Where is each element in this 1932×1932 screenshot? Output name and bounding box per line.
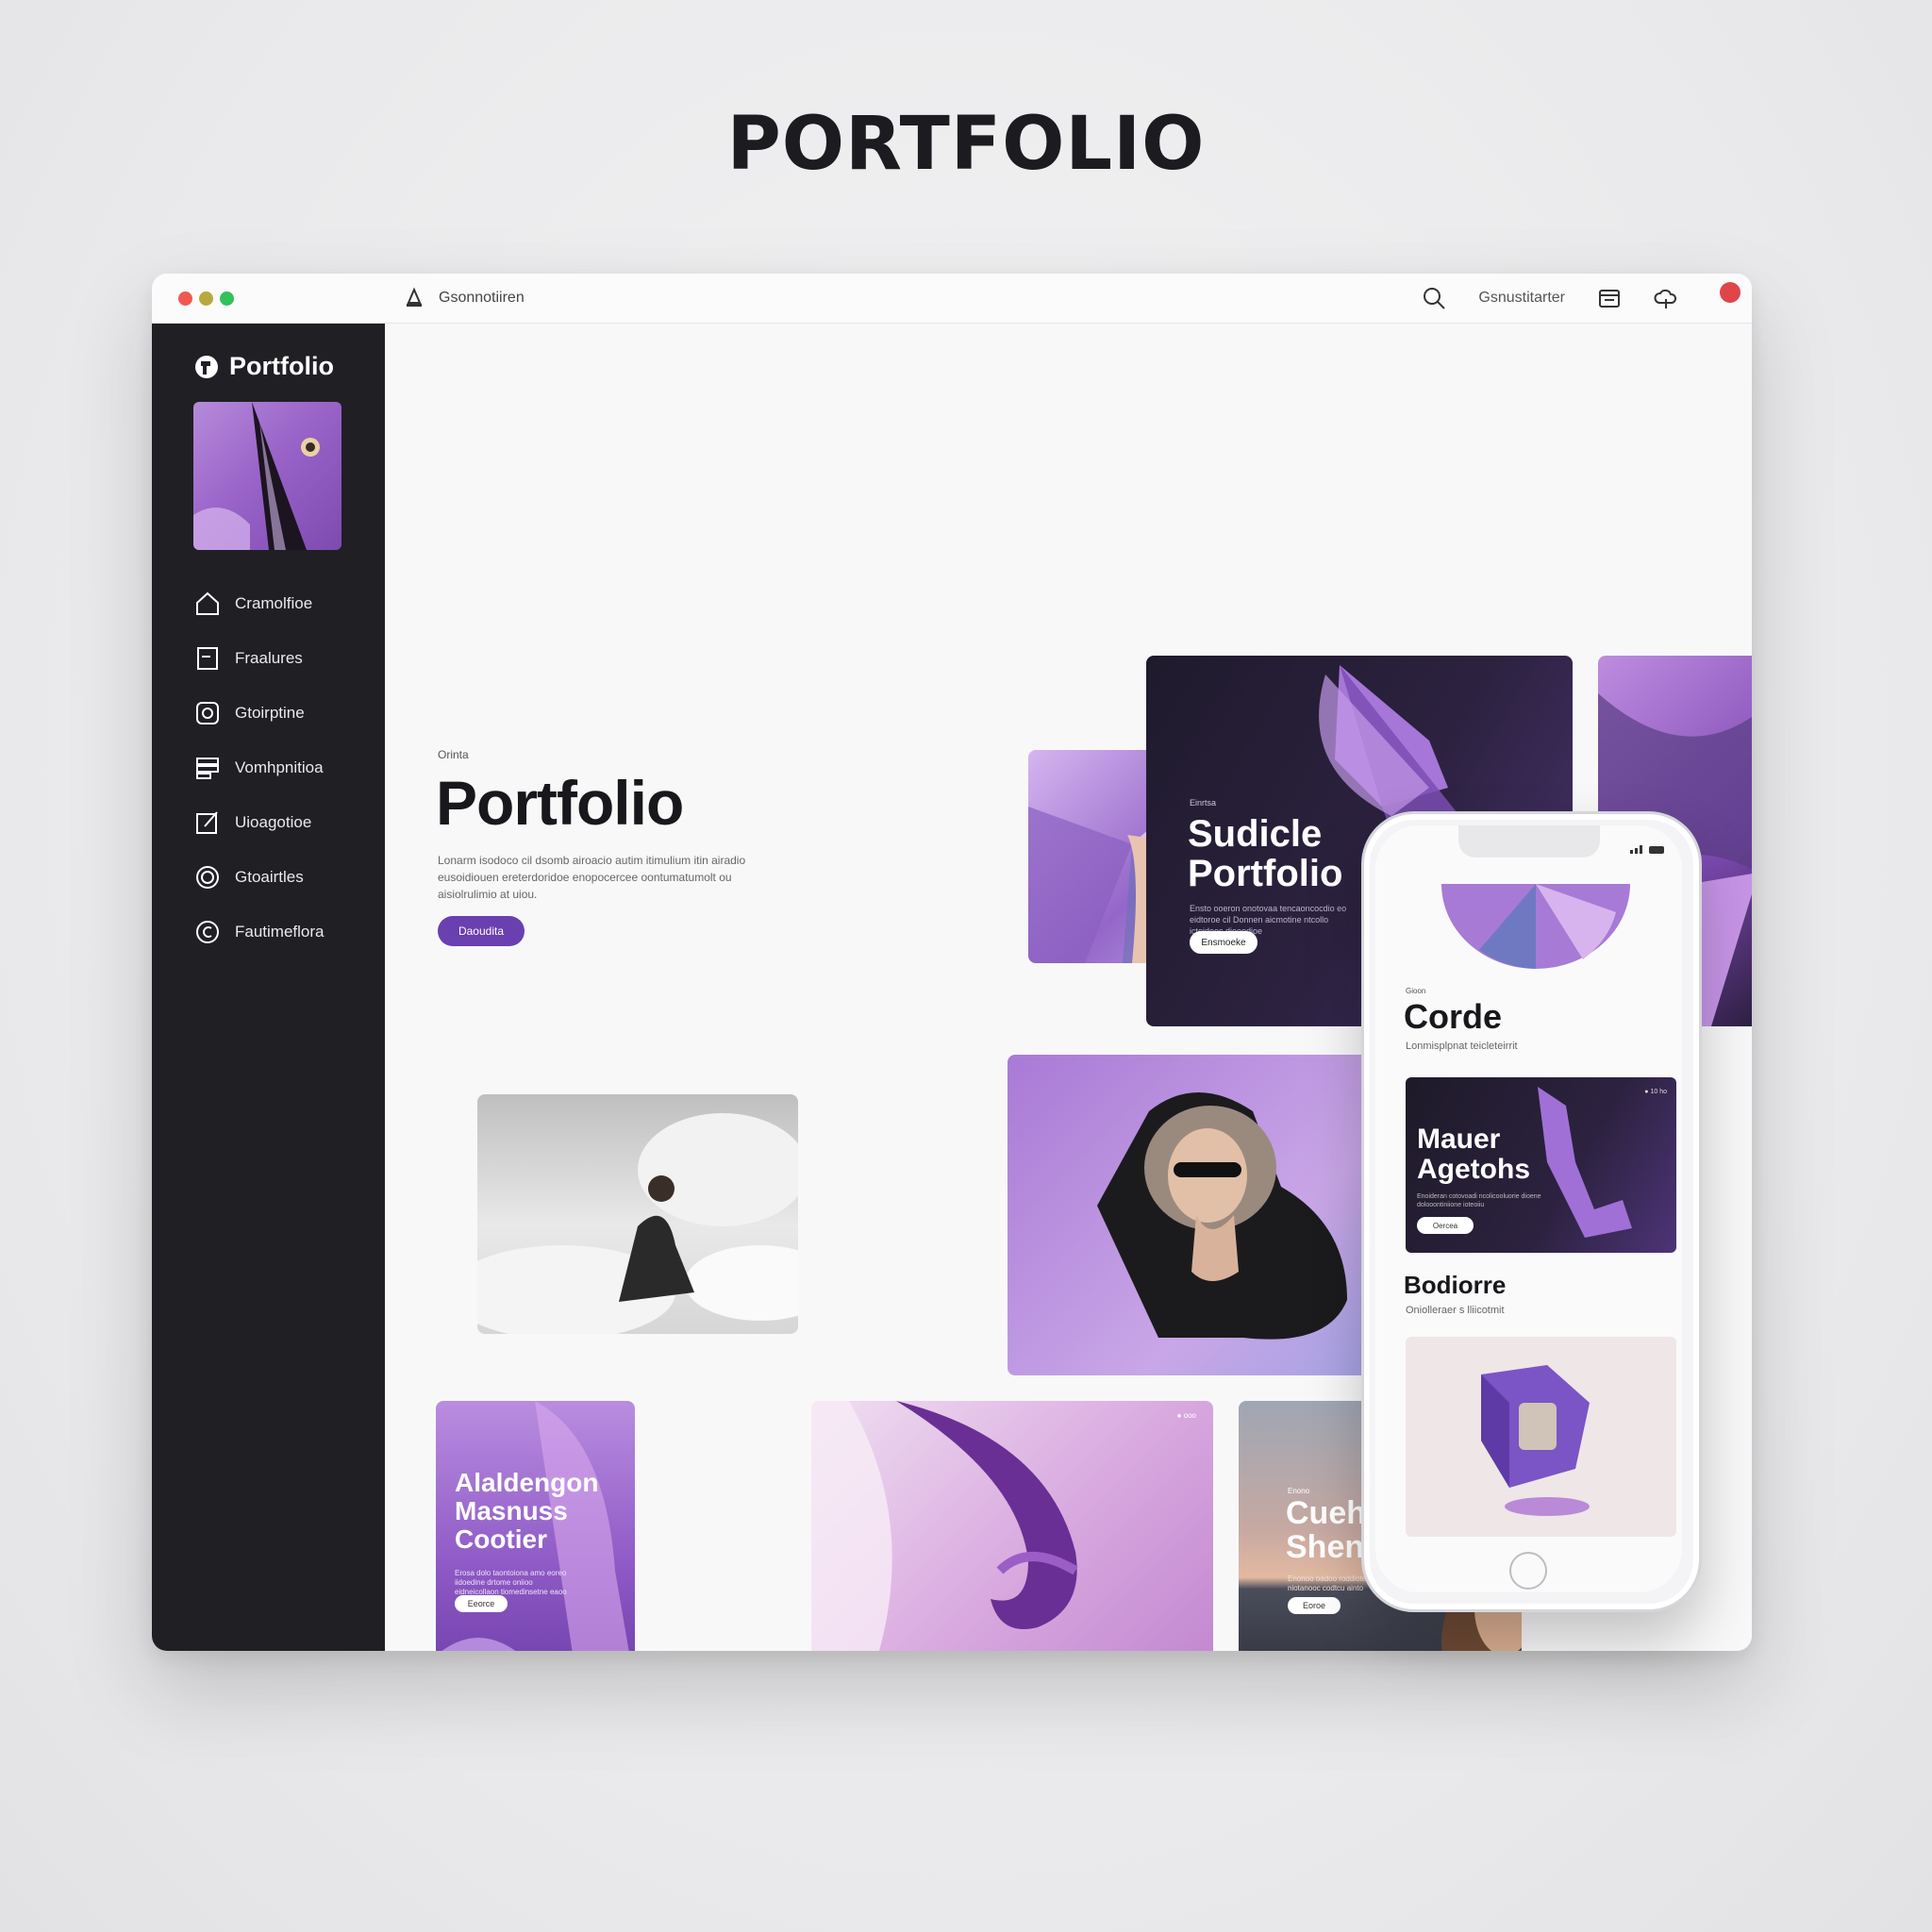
sidebar-item-label: Uioagotioe xyxy=(235,813,312,831)
sidebar-item-6[interactable]: Gtoairtles xyxy=(193,850,373,905)
sidebar-item-5[interactable]: Uioagotioe xyxy=(193,795,373,850)
phone-title: Corde xyxy=(1404,997,1503,1036)
phone-card-title-2: Agetohs xyxy=(1417,1154,1530,1185)
signal-icon xyxy=(1630,845,1664,854)
search-icon[interactable] xyxy=(1422,286,1446,310)
close-window-button[interactable] xyxy=(178,291,192,306)
phone-hero-art xyxy=(1441,884,1630,969)
sidebar-item-7[interactable]: Fautimeflora xyxy=(193,905,373,959)
sidebar-item-4[interactable]: Vomhpnitioa xyxy=(193,741,373,795)
hero-description: Lonarm isodoco cil dsomb airoacio autim … xyxy=(438,854,746,901)
notification-badge xyxy=(1720,282,1740,303)
pink-abstract-art xyxy=(811,1401,1078,1651)
home-icon xyxy=(196,591,219,615)
sunset-button[interactable]: Eoroe xyxy=(1288,1597,1341,1614)
sidebar-item-3[interactable]: Gtoirptine xyxy=(193,686,373,741)
phone-eyebrow: Gioon xyxy=(1406,987,1426,995)
sidebar-item-label: Gtoairtles xyxy=(235,868,304,886)
feature-card-title-2: Portfolio xyxy=(1188,853,1343,894)
cloud-icon[interactable] xyxy=(1654,286,1678,310)
promo-description: Erosa dolo taontoiona amo eoreo iidoedin… xyxy=(455,1569,567,1596)
maximize-window-button[interactable] xyxy=(220,291,234,306)
feature-card-eyebrow: Einrtsa xyxy=(1190,798,1217,808)
titlebar-app[interactable]: Gsonnotiiren xyxy=(403,287,525,309)
brand[interactable]: Portfolio xyxy=(193,352,334,381)
promo-button[interactable]: Eeorce xyxy=(455,1595,508,1612)
phone-card-button[interactable]: Oercea xyxy=(1417,1217,1474,1234)
titlebar-right-label[interactable]: Gsnustitarter xyxy=(1478,290,1565,307)
edit-icon xyxy=(196,811,218,834)
promo-title-1: Alaldengon xyxy=(455,1468,599,1497)
bw-photo-art xyxy=(477,1113,798,1334)
brand-name: Portfolio xyxy=(229,352,334,380)
phone-mockup: Gioon Corde Lonmisplpnat teicleteirrit ●… xyxy=(1361,811,1702,1612)
sidebar-nav: Cramolfioe Fraalures Gtoirptine Vomhpnit… xyxy=(193,576,373,959)
sidebar-item-label: Cramolfioe xyxy=(235,594,313,612)
feature-card-title-1: Sudicle xyxy=(1188,813,1323,855)
sidebar-item-label: Vomhpnitioa xyxy=(235,758,324,776)
copyright-icon xyxy=(196,921,219,943)
phone-home-button[interactable] xyxy=(1509,1552,1547,1590)
circle-icon xyxy=(196,866,219,889)
phone-section-title: Bodiorre xyxy=(1404,1271,1507,1299)
sidebar-item-2[interactable]: Fraalures xyxy=(193,631,373,686)
sidebar-item-label: Gtoirptine xyxy=(235,704,305,722)
hero-title: Portfolio xyxy=(436,768,684,838)
feature-card-button[interactable]: Ensmoeke xyxy=(1190,931,1257,954)
phone-card-tag: ● 10 ho xyxy=(1644,1089,1667,1095)
document-icon xyxy=(197,647,218,670)
sidebar: Portfolio Cramolfioe Fraalures Gtoirptin… xyxy=(152,324,385,1651)
phone-card-title-1: Mauer xyxy=(1417,1124,1501,1155)
sidebar-item-1[interactable]: Cramolfioe xyxy=(193,576,373,631)
titlebar-actions: Gsnustitarter xyxy=(1422,282,1740,313)
sidebar-item-label: Fraalures xyxy=(235,649,303,667)
logo-icon xyxy=(195,355,218,378)
sidebar-thumbnail[interactable] xyxy=(193,402,341,550)
promo-title-2: Masnuss xyxy=(455,1496,568,1525)
title-bar: Gsonnotiiren Gsnustitarter xyxy=(152,274,1752,324)
phone-section-subtitle: Oniolleraer s lliicotmit xyxy=(1406,1305,1505,1316)
product-art xyxy=(1481,1365,1590,1516)
phone-subtitle: Lonmisplpnat teicleteirrit xyxy=(1406,1041,1518,1052)
phone-feature-card[interactable]: ● 10 ho Mauer Agetohs Enoideran cotovoad… xyxy=(1406,1077,1676,1253)
titlebar-app-label: Gsonnotiiren xyxy=(439,290,525,306)
bell-icon xyxy=(407,287,422,307)
hero-eyebrow: Orinta xyxy=(438,748,469,761)
sidebar-item-label: Fautimeflora xyxy=(235,923,325,941)
layers-icon xyxy=(196,758,219,779)
promo-title-3: Cootier xyxy=(455,1524,547,1554)
page-heading: PORTFOLIO xyxy=(726,102,1206,187)
minimize-window-button[interactable] xyxy=(199,291,213,306)
phone-product-card[interactable] xyxy=(1406,1337,1676,1537)
photo-bw-waves[interactable] xyxy=(477,1094,798,1334)
promo-card-purple[interactable]: Alaldengon Masnuss Cootier Erosa dolo ta… xyxy=(436,1401,635,1651)
sidebar-thumbnail-art xyxy=(193,402,320,550)
hero-button[interactable]: Daoudita xyxy=(438,916,525,946)
photo-pink-abstract[interactable]: ● ooo xyxy=(811,1401,1213,1651)
notification-button[interactable] xyxy=(1710,282,1740,310)
phone-notch xyxy=(1458,825,1600,858)
phone-screen: Gioon Corde Lonmisplpnat teicleteirrit ●… xyxy=(1375,825,1682,1592)
calendar-icon[interactable] xyxy=(1597,286,1622,310)
phone-card-description: Enoideran cotovoadi ncolicooluorie dioen… xyxy=(1417,1193,1541,1208)
camera-icon xyxy=(196,702,219,724)
pink-card-tag: ● ooo xyxy=(1176,1411,1196,1420)
